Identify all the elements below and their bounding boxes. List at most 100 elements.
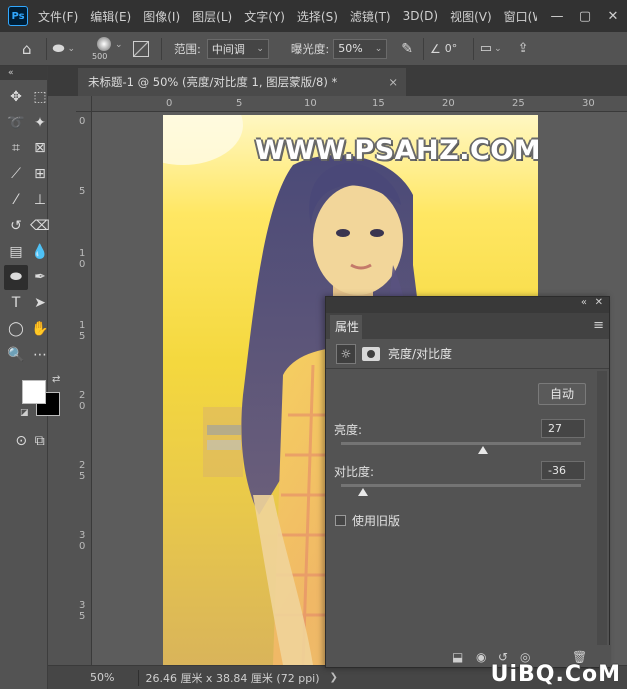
exposure-dropdown[interactable]: 50% ⌄ xyxy=(333,38,388,59)
eyedropper-tool-icon[interactable]: ⟋ xyxy=(4,161,28,187)
document-size-info[interactable]: 26.46 厘米 x 38.84 厘米 (72 ppi) xyxy=(145,670,319,686)
brush-tip-icon xyxy=(97,36,112,51)
use-legacy-checkbox[interactable] xyxy=(335,515,346,526)
contrast-slider-thumb[interactable] xyxy=(358,488,369,496)
ruler-label: 0 xyxy=(166,98,173,109)
tab-properties[interactable]: 属性 xyxy=(330,315,362,339)
quick-mask-icon[interactable]: ⊙ xyxy=(14,428,29,454)
view-previous-icon[interactable]: ◉ xyxy=(476,650,486,664)
type-tool-icon[interactable]: T xyxy=(4,290,28,316)
minimize-button[interactable]: — xyxy=(543,9,571,24)
zoom-tool-icon[interactable]: 🔍 xyxy=(4,342,28,368)
menu-filter[interactable]: 滤镜(T) xyxy=(350,8,391,25)
toolbar-collapse-icon[interactable]: « xyxy=(0,66,47,80)
collapse-panel-icon[interactable]: « xyxy=(581,297,587,308)
dodge-tool-icon[interactable]: ⬬ xyxy=(4,264,28,291)
ruler-vertical[interactable]: 0 5 1 0 1 5 2 0 2 5 3 0 3 5 xyxy=(76,112,92,665)
swap-colors-icon[interactable]: ⇄ xyxy=(52,374,60,385)
panel-menu-icon[interactable]: ≡ xyxy=(593,318,604,333)
protect-tones-icon[interactable]: ▭ xyxy=(480,41,492,56)
share-icon[interactable]: ⇪ xyxy=(518,41,529,56)
ruler-label: 15 xyxy=(372,98,385,109)
brush-tool-icon[interactable]: ⁄ xyxy=(4,187,28,213)
status-more-icon[interactable]: ❯ xyxy=(330,672,338,683)
brightness-contrast-icon[interactable]: ☼ xyxy=(336,343,356,364)
menu-3d[interactable]: 3D(D) xyxy=(403,9,438,23)
ruler-origin[interactable] xyxy=(76,96,92,112)
gradient-tool-icon[interactable]: ▤ xyxy=(4,239,28,265)
properties-panel: « ✕ 属性 ≡ ☼ 亮度/对比度 自动 亮度: 27 对比度: -36 使用旧… xyxy=(325,296,611,668)
angle-value[interactable]: 0° xyxy=(445,42,467,55)
photoshop-logo[interactable]: Ps xyxy=(8,6,28,26)
ruler-label: 3 0 xyxy=(79,530,86,552)
panel-scrollbar[interactable] xyxy=(597,371,607,647)
range-dropdown[interactable]: 中间调 ⌄ xyxy=(206,38,269,59)
screen-mode-icon[interactable]: ⧉ xyxy=(33,428,48,454)
path-selection-tool-icon[interactable]: ➤ xyxy=(28,290,52,316)
menu-layer[interactable]: 图层(L) xyxy=(192,8,232,25)
menu-type[interactable]: 文字(Y) xyxy=(244,8,285,25)
brightness-input[interactable]: 27 xyxy=(541,419,585,438)
chevron-down-icon[interactable]: ⌄ xyxy=(68,44,76,54)
ruler-label: 1 0 xyxy=(79,248,86,270)
close-document-icon[interactable]: × xyxy=(388,68,398,96)
document-tab-bar: 未标题-1 @ 50% (亮度/对比度 1, 图层蒙版/8) * × xyxy=(48,66,627,96)
properties-tab-row: 属性 ≡ xyxy=(326,313,609,339)
document-tab[interactable]: 未标题-1 @ 50% (亮度/对比度 1, 图层蒙版/8) * × xyxy=(78,68,406,96)
divider xyxy=(45,37,47,60)
magic-wand-tool-icon[interactable]: ✦ xyxy=(28,110,52,136)
ruler-horizontal[interactable]: 0 5 10 15 20 25 30 xyxy=(76,96,627,112)
menu-image[interactable]: 图像(I) xyxy=(143,8,180,25)
move-tool-icon[interactable]: ✥ xyxy=(4,84,28,110)
blur-tool-icon[interactable]: 💧 xyxy=(28,239,52,265)
history-brush-tool-icon[interactable]: ↺ xyxy=(4,213,28,239)
auto-button[interactable]: 自动 xyxy=(538,383,586,405)
spot-healing-tool-icon[interactable]: ⊞ xyxy=(28,161,52,187)
menu-bar: Ps 文件(F) 编辑(E) 图像(I) 图层(L) 文字(Y) 选择(S) 滤… xyxy=(0,0,627,32)
ruler-label: 2 0 xyxy=(79,390,86,412)
foreground-color-swatch[interactable] xyxy=(22,379,46,404)
pen-tool-icon[interactable]: ✒ xyxy=(28,265,52,291)
home-icon[interactable]: ⌂ xyxy=(22,40,32,58)
more-tools-icon[interactable]: ⋯ xyxy=(28,342,52,368)
menu-select[interactable]: 选择(S) xyxy=(297,8,338,25)
chevron-down-icon: ⌄ xyxy=(115,39,123,50)
brush-settings-icon[interactable] xyxy=(133,40,150,57)
zoom-level[interactable]: 50% xyxy=(48,671,114,684)
ellipse-tool-icon[interactable]: ◯ xyxy=(4,316,28,342)
ruler-label: 2 5 xyxy=(79,460,86,482)
close-panel-icon[interactable]: ✕ xyxy=(595,297,603,308)
brush-preset-picker[interactable]: 500 ⌄ xyxy=(85,34,125,64)
divider xyxy=(472,37,474,60)
adjustment-title: 亮度/对比度 xyxy=(388,347,453,361)
ruler-label: 10 xyxy=(304,98,317,109)
contrast-slider-track[interactable] xyxy=(341,484,581,487)
lasso-tool-icon[interactable]: ➰ xyxy=(4,110,28,136)
dodge-tool-preset-icon[interactable]: ⬬ xyxy=(53,41,65,57)
layer-mask-icon[interactable] xyxy=(362,346,380,361)
chevron-down-icon[interactable]: ⌄ xyxy=(494,44,502,54)
menu-edit[interactable]: 编辑(E) xyxy=(90,8,131,25)
maximize-button[interactable]: ▢ xyxy=(571,9,599,24)
exposure-value: 50% xyxy=(338,42,363,55)
eraser-tool-icon[interactable]: ⌫ xyxy=(28,213,52,239)
hand-tool-icon[interactable]: ✋ xyxy=(28,316,52,342)
frame-tool-icon[interactable]: ⊠ xyxy=(28,136,52,162)
contrast-label: 对比度: xyxy=(334,465,375,479)
clone-stamp-tool-icon[interactable]: ⊥ xyxy=(28,187,52,213)
clip-to-layer-icon[interactable]: ⬓ xyxy=(452,650,463,664)
default-colors-icon[interactable]: ◪ xyxy=(20,408,29,418)
brightness-slider-track[interactable] xyxy=(341,442,581,445)
contrast-input[interactable]: -36 xyxy=(541,461,585,480)
brush-size-value: 500 xyxy=(92,51,108,61)
airbrush-icon[interactable]: ✎ xyxy=(401,41,413,57)
menu-file[interactable]: 文件(F) xyxy=(38,8,78,25)
close-window-button[interactable]: ✕ xyxy=(599,9,627,24)
range-value: 中间调 xyxy=(211,42,245,56)
brightness-slider-thumb[interactable] xyxy=(477,446,488,454)
crop-tool-icon[interactable]: ⌗ xyxy=(4,136,28,162)
menu-view[interactable]: 视图(V) xyxy=(450,8,492,25)
chevron-down-icon: ⌄ xyxy=(256,43,264,54)
ruler-label: 20 xyxy=(442,98,455,109)
ruler-label: 1 5 xyxy=(79,320,86,342)
